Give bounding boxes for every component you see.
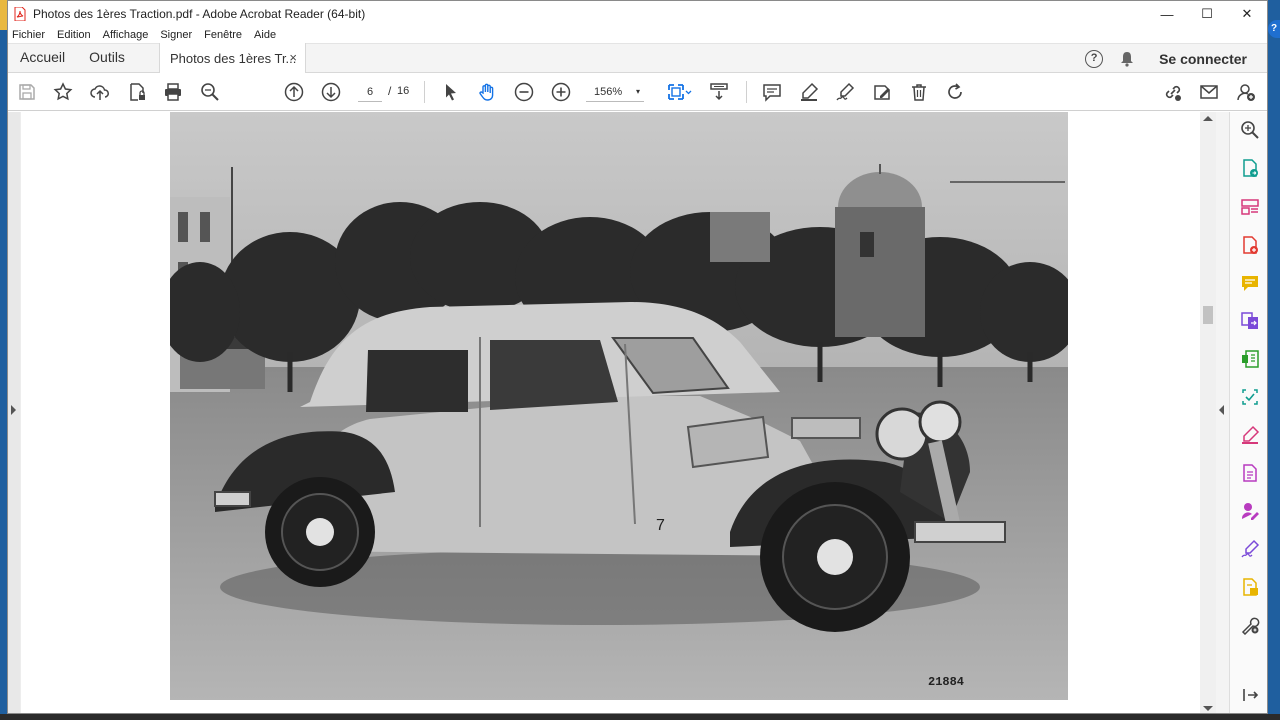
- highlight-pen-icon[interactable]: [798, 81, 820, 103]
- collapse-rail-icon[interactable]: [1239, 684, 1261, 706]
- fill-sign-icon[interactable]: [871, 81, 893, 103]
- menu-signer[interactable]: Signer: [160, 29, 192, 41]
- scan-ocr-icon[interactable]: [1239, 386, 1261, 408]
- photo-serial-number: 21884: [928, 675, 964, 689]
- front-wheel: [760, 482, 910, 632]
- zoom-in-icon[interactable]: [550, 81, 572, 103]
- maximize-button[interactable]: ☐: [1187, 1, 1227, 27]
- title-bar: Photos des 1ères Traction.pdf - Adobe Ac…: [8, 1, 1267, 27]
- scroll-mode-icon[interactable]: [708, 81, 730, 103]
- menu-bar: Fichier Edition Affichage Signer Fenêtre…: [8, 27, 1267, 43]
- previous-page-icon[interactable]: [283, 81, 305, 103]
- scroll-up-icon[interactable]: [1203, 116, 1213, 121]
- scroll-down-icon[interactable]: [1203, 706, 1213, 711]
- toolbar-divider: [746, 81, 747, 103]
- menu-fichier[interactable]: Fichier: [12, 29, 45, 41]
- close-tab-icon[interactable]: ×: [289, 50, 297, 65]
- tab-document-label: Photos des 1ères Tr...: [169, 50, 297, 66]
- tab-home[interactable]: Accueil: [8, 43, 77, 72]
- window-controls: — ☐ ✕: [1147, 1, 1267, 27]
- edit-pdf-icon[interactable]: [1239, 462, 1261, 484]
- document-viewport[interactable]: 7 21884: [8, 112, 1229, 713]
- stamp-icon[interactable]: [1239, 576, 1261, 598]
- chevron-down-icon: ▾: [635, 87, 640, 96]
- comment-icon[interactable]: [761, 81, 783, 103]
- vertical-scrollbar[interactable]: [1200, 112, 1216, 713]
- fill-sign-rail-icon[interactable]: [1239, 424, 1261, 446]
- expand-left-panel-icon[interactable]: [11, 405, 16, 415]
- scrollbar-thumb[interactable]: [1203, 306, 1213, 324]
- comment-tool-icon[interactable]: [1239, 272, 1261, 294]
- draw-signature-icon[interactable]: [834, 81, 856, 103]
- export-pdf-icon[interactable]: [1239, 157, 1261, 179]
- pdf-page: 7 21884: [21, 112, 1200, 713]
- delete-icon[interactable]: [908, 81, 930, 103]
- menu-aide[interactable]: Aide: [254, 29, 276, 41]
- pdf-file-icon: [14, 6, 26, 22]
- find-text-icon[interactable]: [199, 81, 221, 103]
- bookmark-star-icon[interactable]: [52, 81, 74, 103]
- compress-pdf-icon[interactable]: [1239, 348, 1261, 370]
- desktop-right-edge: ?: [1268, 0, 1280, 720]
- zoom-level-value: 156%: [594, 86, 623, 98]
- acrobat-window: Photos des 1ères Traction.pdf - Adobe Ac…: [7, 0, 1268, 714]
- print-icon[interactable]: [162, 81, 184, 103]
- vintage-car-photo: 7 21884: [170, 112, 1068, 700]
- help-icon[interactable]: ?: [1085, 49, 1104, 68]
- menu-fenetre[interactable]: Fenêtre: [204, 29, 242, 41]
- main-toolbar: 6 / 16 156% ▾: [8, 73, 1267, 111]
- protect-file-icon[interactable]: [126, 81, 148, 103]
- email-icon[interactable]: [1198, 81, 1220, 103]
- tools-rail: [1229, 112, 1267, 713]
- sign-icon[interactable]: [1239, 538, 1261, 560]
- hand-tool-icon[interactable]: [476, 81, 498, 103]
- upload-cloud-icon[interactable]: [89, 81, 111, 103]
- window-title: Photos des 1ères Traction.pdf - Adobe Ac…: [33, 7, 366, 21]
- combine-files-icon[interactable]: [1239, 310, 1261, 332]
- share-link-icon[interactable]: [1162, 81, 1184, 103]
- zoom-out-icon[interactable]: [513, 81, 535, 103]
- right-panel-toggle[interactable]: [1216, 112, 1229, 713]
- tab-bar: Accueil Outils Photos des 1ères Tr... × …: [8, 43, 1267, 73]
- minimize-button[interactable]: —: [1147, 1, 1187, 27]
- menu-edition[interactable]: Edition: [57, 29, 91, 41]
- car-photo-drawing: 7 21884: [170, 112, 1068, 700]
- rear-wheel: [265, 477, 375, 587]
- fit-page-icon[interactable]: [664, 81, 694, 103]
- next-page-icon[interactable]: [320, 81, 342, 103]
- desktop-help-icon[interactable]: ?: [1268, 20, 1280, 38]
- page-separator: /: [388, 84, 392, 98]
- more-tools-icon[interactable]: [1239, 614, 1261, 636]
- sign-in-button[interactable]: Se connecter: [1159, 51, 1247, 67]
- add-user-icon[interactable]: [1235, 81, 1257, 103]
- toolbar-divider: [424, 81, 425, 103]
- request-signature-icon[interactable]: [1239, 500, 1261, 522]
- rotate-icon[interactable]: [944, 81, 966, 103]
- tab-tools[interactable]: Outils: [77, 43, 137, 72]
- close-window-button[interactable]: ✕: [1227, 1, 1267, 27]
- account-area: ? Se connecter: [1085, 44, 1267, 73]
- desktop-taskbar: [0, 714, 1280, 720]
- select-cursor-icon[interactable]: [440, 81, 462, 103]
- current-page-input[interactable]: 6: [358, 82, 382, 102]
- organize-pages-icon[interactable]: [1239, 196, 1261, 218]
- total-pages: 16: [397, 85, 410, 97]
- notification-bell-icon[interactable]: [1119, 51, 1135, 67]
- menu-affichage[interactable]: Affichage: [103, 29, 149, 41]
- tab-document[interactable]: Photos des 1ères Tr... ×: [158, 43, 306, 73]
- car-door-number: 7: [656, 517, 665, 534]
- collapse-right-panel-icon[interactable]: [1219, 405, 1224, 415]
- zoom-level-dropdown[interactable]: 156% ▾: [586, 82, 644, 102]
- create-pdf-icon[interactable]: [1239, 234, 1261, 256]
- left-panel-collapsed[interactable]: [8, 112, 20, 713]
- zoom-search-icon[interactable]: [1239, 119, 1261, 141]
- save-icon[interactable]: [16, 81, 38, 103]
